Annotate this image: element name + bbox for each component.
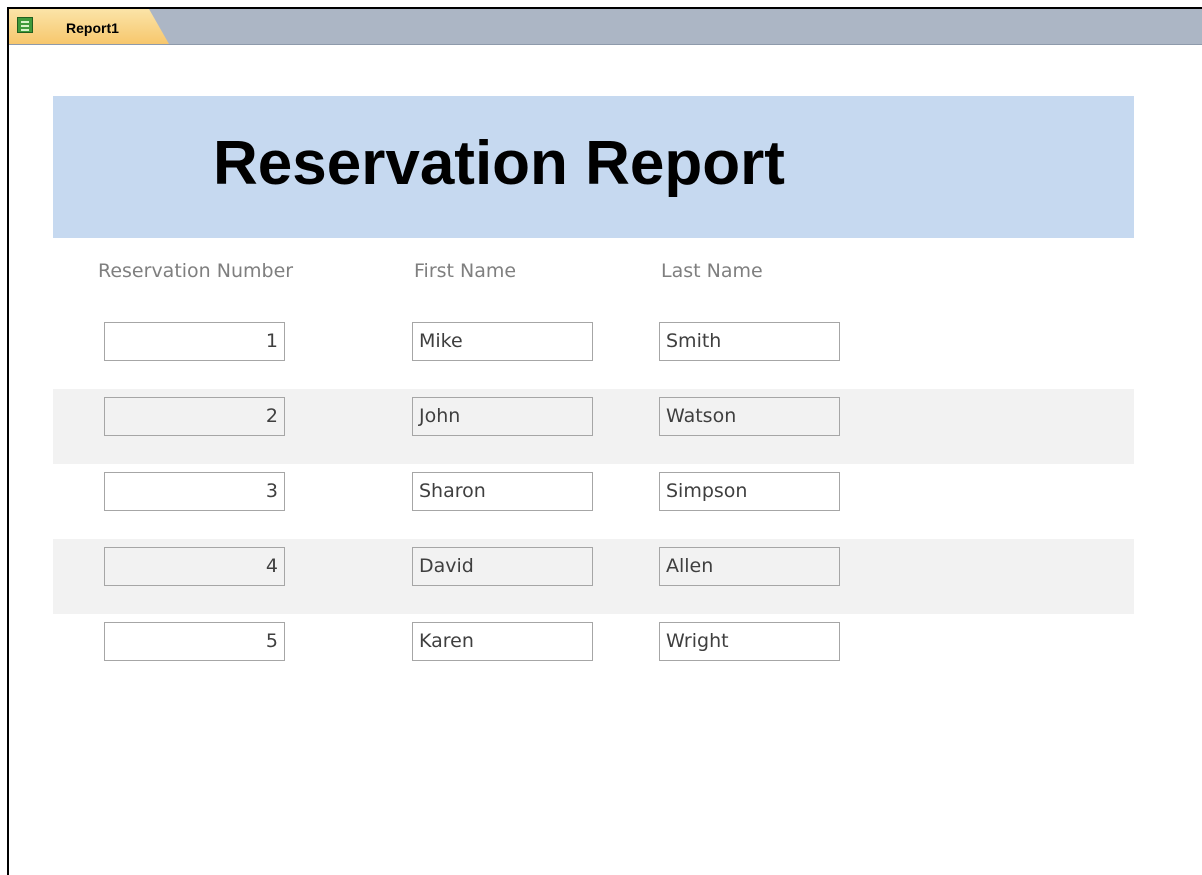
report-icon: [17, 17, 33, 33]
reservation-number-field[interactable]: 2: [104, 397, 285, 436]
last-name-field[interactable]: Simpson: [659, 472, 840, 511]
table-row: 3 Sharon Simpson: [53, 464, 1134, 539]
report-header: Reservation Report: [53, 96, 1134, 238]
last-name-field[interactable]: Allen: [659, 547, 840, 586]
first-name-field[interactable]: Mike: [412, 322, 593, 361]
table-row: 1 Mike Smith: [53, 305, 1134, 380]
tab-label: Report1: [66, 20, 119, 36]
first-name-field[interactable]: Sharon: [412, 472, 593, 511]
first-name-field[interactable]: David: [412, 547, 593, 586]
column-header-last-name: Last Name: [661, 260, 763, 282]
report-title: Reservation Report: [213, 129, 785, 198]
tab-report1[interactable]: Report1: [9, 9, 169, 44]
reservation-number-field[interactable]: 4: [104, 547, 285, 586]
report-window: Report1 Reservation Report Reservation N…: [7, 7, 1202, 875]
column-header-first-name: First Name: [414, 260, 517, 282]
reservation-number-field[interactable]: 3: [104, 472, 285, 511]
last-name-field[interactable]: Smith: [659, 322, 840, 361]
last-name-field[interactable]: Watson: [659, 397, 840, 436]
table-row: 5 Karen Wright: [53, 614, 1134, 689]
reservation-number-field[interactable]: 1: [104, 322, 285, 361]
first-name-field[interactable]: Karen: [412, 622, 593, 661]
first-name-field[interactable]: John: [412, 397, 593, 436]
reservation-number-field[interactable]: 5: [104, 622, 285, 661]
document-tab-bar: Report1: [9, 9, 1202, 45]
last-name-field[interactable]: Wright: [659, 622, 840, 661]
table-row: 4 David Allen: [53, 539, 1134, 614]
table-row: 2 John Watson: [53, 389, 1134, 464]
column-header-reservation-number: Reservation Number: [98, 260, 294, 282]
